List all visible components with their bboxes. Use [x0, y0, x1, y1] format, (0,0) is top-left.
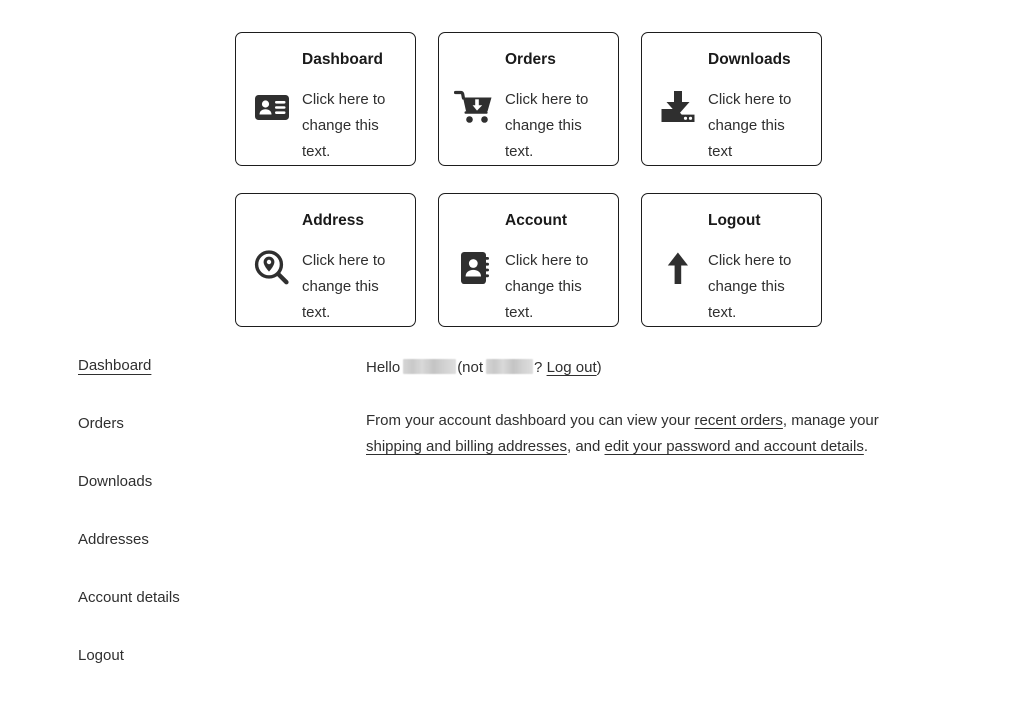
card-text: Click here to change this text. — [302, 252, 386, 321]
card-text: Click here to change this text. — [505, 252, 589, 321]
sidebar-item-orders[interactable]: Orders — [78, 415, 308, 433]
account-navigation: Dashboard Orders Downloads Addresses Acc… — [78, 357, 308, 665]
intro-text-part-1: From your account dashboard you can view… — [366, 411, 695, 429]
sidebar-item-logout[interactable]: Logout — [78, 647, 308, 665]
card-orders[interactable]: Orders Click here to change this text. — [438, 32, 619, 166]
redacted-username-secondary — [486, 359, 534, 374]
account-content: Hello (not? Log out) From your account da… — [366, 357, 936, 461]
account-shortcut-cards: Dashboard Click here to change this text… — [235, 32, 822, 327]
card-dashboard[interactable]: Dashboard Click here to change this text… — [235, 32, 416, 166]
intro-text-part-2: , manage your — [782, 411, 879, 429]
card-title: Downloads — [708, 51, 791, 68]
recent-orders-link[interactable]: recent orders — [695, 412, 783, 429]
id-card-icon — [250, 85, 294, 129]
sidebar-item-dashboard[interactable]: Dashboard — [78, 357, 308, 375]
greeting-question: ? — [534, 359, 543, 376]
greeting-not: (not — [457, 359, 484, 376]
edit-account-details-link[interactable]: edit your password and account details — [605, 438, 864, 455]
card-text: Click here to change this text. — [302, 91, 386, 160]
card-body: Address Click here to change this text. — [302, 208, 399, 326]
card-account[interactable]: Account Click here to change this text. — [438, 193, 619, 327]
card-logout[interactable]: Logout Click here to change this text. — [641, 193, 822, 327]
card-text: Click here to change this text — [708, 91, 792, 160]
card-downloads[interactable]: Downloads Click here to change this text — [641, 32, 822, 166]
card-address[interactable]: Address Click here to change this text. — [235, 193, 416, 327]
card-body: Downloads Click here to change this text — [708, 47, 805, 165]
card-body: Account Click here to change this text. — [505, 208, 602, 326]
card-body: Dashboard Click here to change this text… — [302, 47, 399, 165]
arrow-up-icon — [656, 246, 700, 290]
redacted-username — [403, 359, 457, 374]
shipping-billing-addresses-link[interactable]: shipping and billing addresses — [366, 438, 567, 455]
account-intro-paragraph: From your account dashboard you can view… — [366, 408, 936, 461]
card-body: Logout Click here to change this text. — [708, 208, 805, 326]
map-pin-search-icon — [250, 246, 294, 290]
card-title: Orders — [505, 51, 556, 68]
card-text: Click here to change this text. — [708, 252, 792, 321]
sidebar-item-downloads[interactable]: Downloads — [78, 473, 308, 491]
shopping-cart-download-icon — [453, 85, 497, 129]
download-tray-icon — [656, 85, 700, 129]
greeting-close-paren: ) — [596, 359, 602, 376]
sidebar-item-addresses[interactable]: Addresses — [78, 531, 308, 549]
address-book-icon — [453, 246, 497, 290]
sidebar-item-account-details[interactable]: Account details — [78, 589, 308, 607]
card-row-bottom: Address Click here to change this text. … — [235, 193, 822, 327]
log-out-link[interactable]: Log out — [547, 359, 597, 376]
greeting-hello: Hello — [366, 359, 401, 376]
intro-text-part-3: , and — [566, 438, 605, 456]
card-row-top: Dashboard Click here to change this text… — [235, 32, 822, 166]
greeting-line: Hello (not? Log out) — [366, 357, 936, 380]
card-body: Orders Click here to change this text. — [505, 47, 602, 165]
card-title: Dashboard — [302, 51, 383, 68]
card-title: Logout — [708, 212, 761, 229]
card-title: Address — [302, 212, 365, 229]
intro-text-part-4: . — [863, 438, 869, 456]
card-text: Click here to change this text. — [505, 91, 589, 160]
card-title: Account — [505, 212, 567, 229]
